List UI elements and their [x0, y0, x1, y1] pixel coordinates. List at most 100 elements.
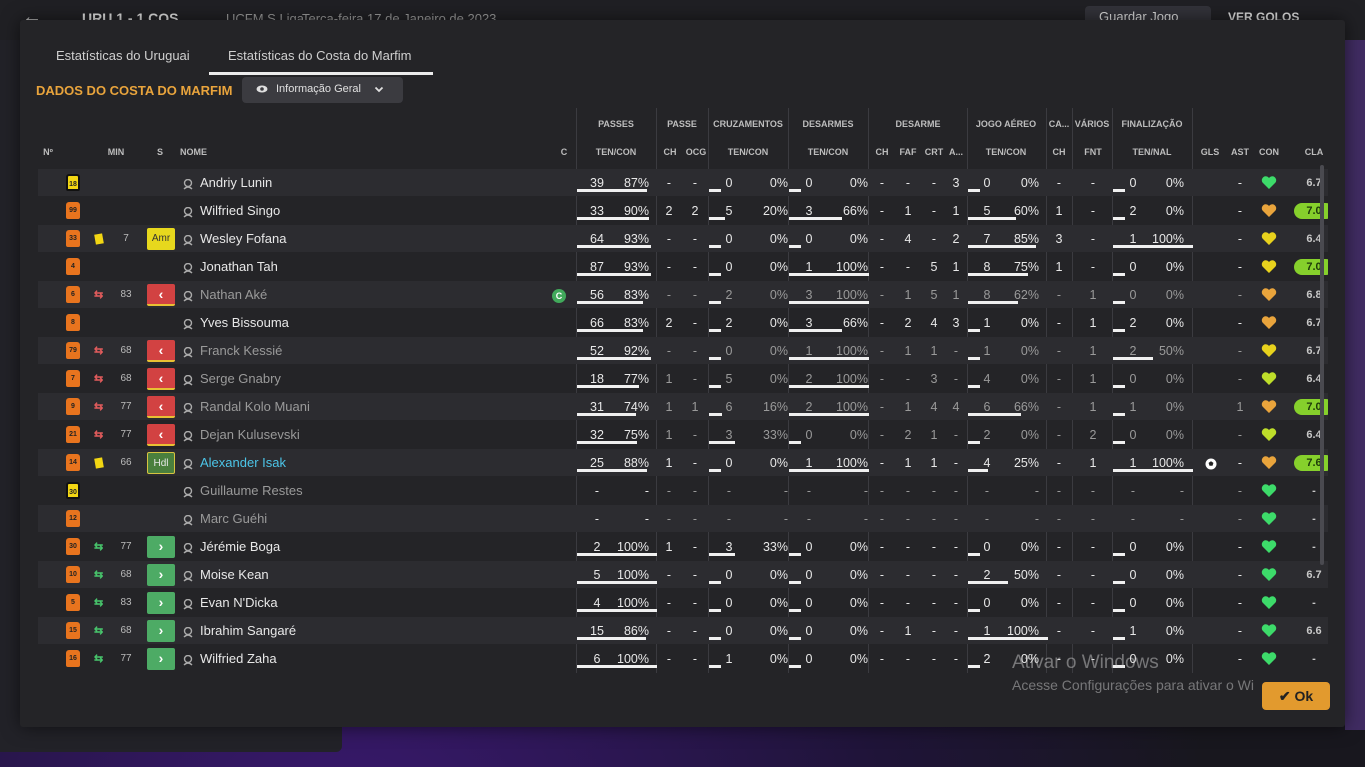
background-right-panel — [1345, 40, 1365, 730]
yellow-card-icon — [94, 233, 104, 245]
aerial-bar — [968, 245, 1036, 248]
passes-bar — [577, 357, 651, 360]
tackle-ch-value: - — [879, 512, 885, 526]
crosses-percent: - — [783, 512, 788, 526]
aerial-attempts: - — [984, 484, 990, 498]
tackle-crt-value: - — [931, 512, 937, 526]
tackles-bar — [789, 217, 842, 220]
ca-ch-value: - — [1056, 176, 1062, 190]
pass-ocg-value: 2 — [691, 204, 699, 218]
pass-ocg-value: - — [692, 540, 698, 554]
passes-percent: - — [644, 484, 649, 498]
shots-percent: 0% — [1165, 204, 1184, 218]
aerial-percent: 0% — [1020, 428, 1039, 442]
person-icon — [183, 485, 193, 498]
tackle-a-value: 1 — [952, 288, 960, 302]
tackle-faf-value: - — [905, 484, 911, 498]
tackle-faf-value: - — [905, 512, 911, 526]
player-name[interactable]: Guillaume Restes — [200, 483, 303, 499]
passes-bar — [577, 665, 657, 668]
player-name[interactable]: Franck Kessié — [200, 343, 282, 359]
shots-attempts: 1 — [1129, 624, 1137, 638]
crosses-percent: 0% — [769, 652, 788, 666]
tackle-crt-value: - — [931, 540, 937, 554]
tackle-faf-value: 1 — [904, 204, 912, 218]
tab-uruguay-stats[interactable]: Estatísticas do Uruguai — [56, 48, 190, 63]
shirt-number-badge: 4 — [66, 258, 80, 275]
column-header: C — [560, 147, 568, 157]
assists-value: - — [1237, 456, 1243, 470]
view-dropdown[interactable]: Informação Geral — [242, 77, 403, 103]
tackles-bar — [789, 581, 801, 584]
player-name[interactable]: Ibrahim Sangaré — [200, 623, 296, 639]
passes-bar — [577, 245, 651, 248]
tackles-attempts: 0 — [805, 624, 813, 638]
shots-bar — [1113, 581, 1125, 584]
column-header: TEN/NAL — [1132, 147, 1172, 157]
morale-heart-icon — [1261, 259, 1277, 274]
tackle-a-value: - — [953, 652, 959, 666]
crosses-bar — [709, 637, 721, 640]
shirt-number-badge: 8 — [66, 314, 80, 331]
player-name[interactable]: Serge Gnabry — [200, 371, 281, 387]
crosses-percent: 0% — [769, 260, 788, 274]
tackles-percent: 0% — [849, 624, 868, 638]
player-name[interactable]: Andriy Lunin — [200, 175, 272, 191]
tackle-faf-value: - — [905, 540, 911, 554]
player-name[interactable]: Nathan Aké — [200, 287, 267, 303]
player-name[interactable]: Dejan Kulusevski — [200, 427, 300, 443]
person-icon — [183, 513, 193, 526]
aerial-percent: - — [1034, 512, 1039, 526]
person-icon — [183, 373, 193, 386]
substituted-on-badge: › — [147, 536, 175, 558]
pass-ch-value: 1 — [665, 540, 673, 554]
shirt-number-badge: 6 — [66, 286, 80, 303]
ok-button[interactable]: ✔ Ok — [1262, 682, 1330, 710]
player-name[interactable]: Alexander Isak — [200, 455, 286, 471]
player-name[interactable]: Jonathan Tah — [200, 259, 278, 275]
tackle-faf-value: 2 — [904, 316, 912, 330]
player-name[interactable]: Wesley Fofana — [200, 231, 286, 247]
substituted-off-badge: ‹ — [147, 284, 175, 306]
tackle-ch-value: - — [879, 568, 885, 582]
player-name[interactable]: Wilfried Zaha — [200, 651, 277, 667]
tackles-bar — [789, 273, 869, 276]
passes-bar — [577, 189, 647, 192]
column-header: TEN/CON — [807, 147, 849, 157]
active-tab-indicator — [209, 72, 433, 75]
player-name[interactable]: Wilfried Singo — [200, 203, 280, 219]
ca-ch-value: - — [1056, 372, 1062, 386]
minutes-value: 66 — [120, 457, 132, 468]
pass-ocg-value: - — [692, 484, 698, 498]
player-name[interactable]: Evan N'Dicka — [200, 595, 278, 611]
tab-ivory-coast-stats[interactable]: Estatísticas do Costa do Marfim — [228, 48, 412, 63]
crosses-percent: 0% — [769, 624, 788, 638]
aerial-bar — [968, 609, 980, 612]
tackle-ch-value: - — [879, 288, 885, 302]
player-name[interactable]: Moise Kean — [200, 567, 269, 583]
ca-ch-value: - — [1056, 456, 1062, 470]
table-scrollbar[interactable] — [1320, 165, 1324, 565]
shots-attempts: 0 — [1129, 568, 1137, 582]
player-name[interactable]: Jérémie Boga — [200, 539, 280, 555]
ca-ch-value: - — [1056, 568, 1062, 582]
morale-heart-icon — [1261, 455, 1277, 470]
person-icon — [183, 401, 193, 414]
player-name[interactable]: Yves Bissouma — [200, 315, 289, 331]
tackle-a-value: - — [953, 540, 959, 554]
minutes-value: 68 — [120, 625, 132, 636]
aerial-percent: 0% — [1020, 344, 1039, 358]
crosses-percent: 0% — [769, 176, 788, 190]
player-name[interactable]: Randal Kolo Muani — [200, 399, 310, 415]
shots-percent: - — [1179, 512, 1184, 526]
tackle-a-value: - — [953, 512, 959, 526]
assists-value: - — [1237, 316, 1243, 330]
aerial-bar — [968, 469, 988, 472]
pass-ocg-value: - — [692, 316, 698, 330]
role-badge: Hdl — [147, 452, 175, 474]
shots-percent: 0% — [1165, 428, 1184, 442]
shots-percent: - — [1179, 484, 1184, 498]
tackles-attempts: - — [806, 512, 812, 526]
player-name[interactable]: Marc Guéhi — [200, 511, 267, 527]
shirt-number-badge: 79 — [66, 342, 80, 359]
